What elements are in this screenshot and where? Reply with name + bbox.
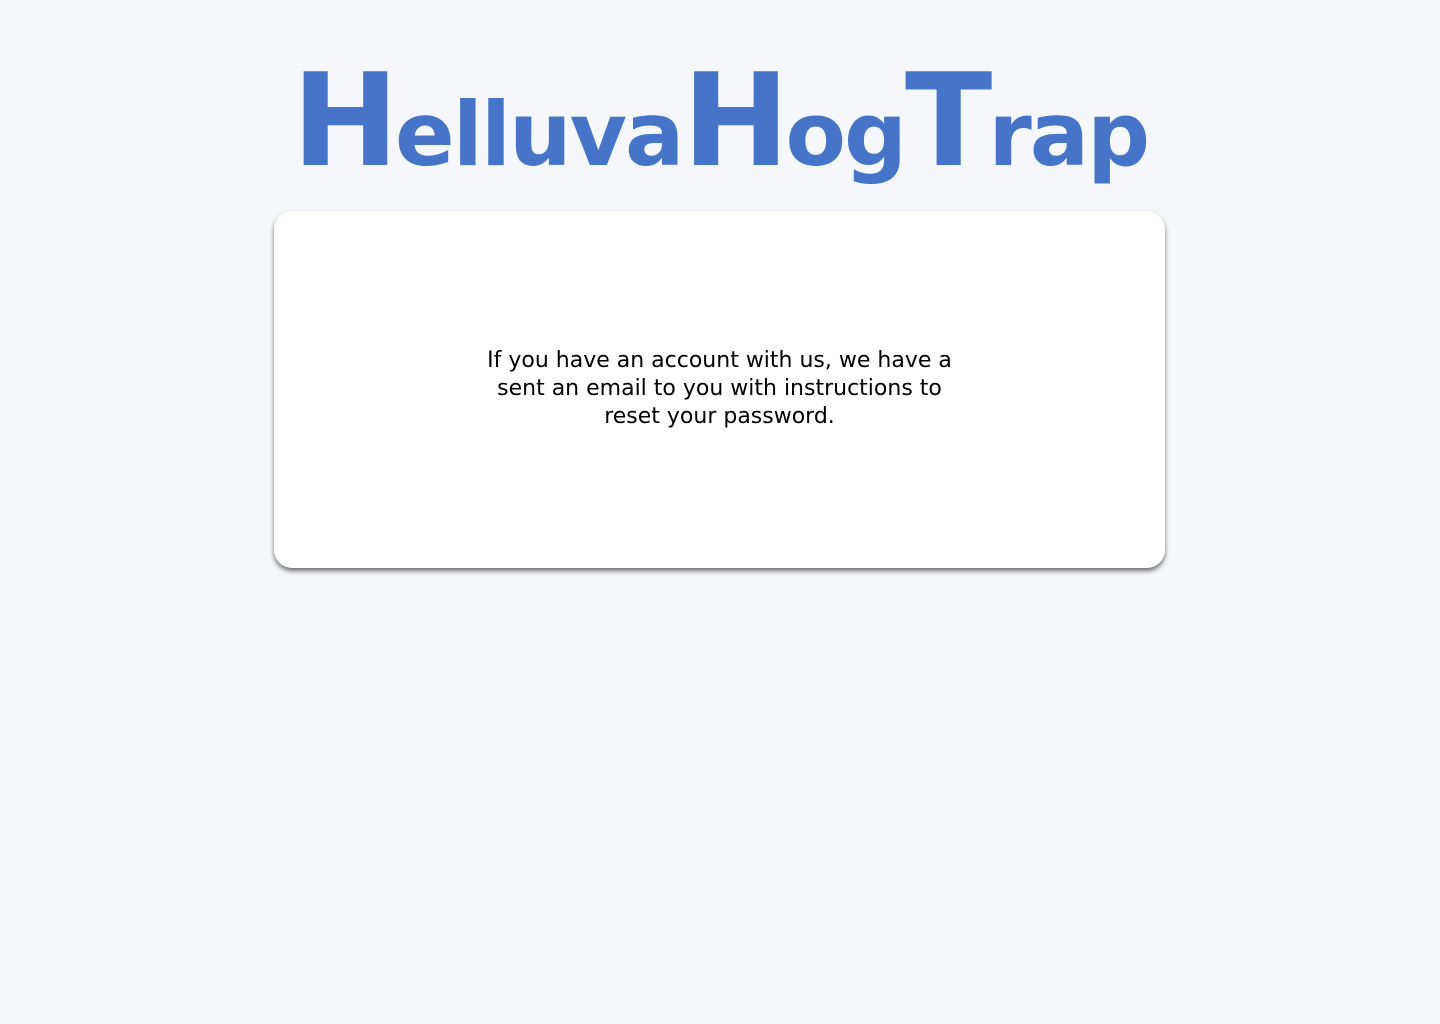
logo-letters: rap: [988, 83, 1150, 186]
logo-letter: T: [905, 47, 992, 196]
logo-letter: H: [291, 47, 399, 196]
logo-word-helluva: Helluva: [292, 58, 685, 186]
logo-letters: og: [785, 83, 907, 186]
logo-word-hog: Hog: [682, 58, 907, 186]
logo-word-trap: Trap: [905, 58, 1150, 186]
reset-confirmation-message: If you have an account with us, we have …: [487, 348, 952, 429]
logo-letters: elluva: [395, 83, 684, 186]
brand-logo: HelluvaHogTrap: [0, 58, 1440, 198]
logo-letter: H: [682, 47, 789, 196]
confirmation-card: If you have an account with us, we have …: [274, 211, 1165, 568]
